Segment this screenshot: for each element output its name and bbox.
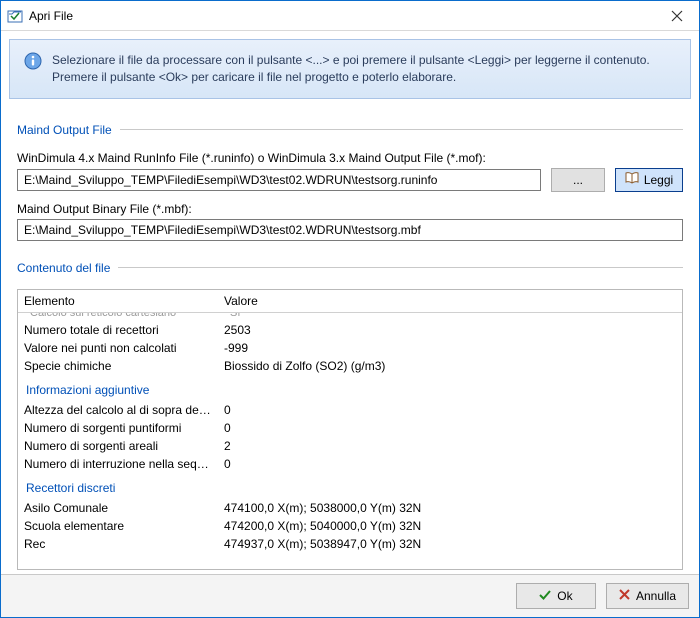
cell-value: 474200,0 X(m); 5040000,0 Y(m) 32N <box>218 517 682 535</box>
table-row: Numero di interruzione nella seque...0 <box>18 455 682 473</box>
book-icon <box>625 172 639 187</box>
cell-value: Sì <box>224 313 676 319</box>
x-icon <box>619 589 630 603</box>
table-row: Scuola elementare474200,0 X(m); 5040000,… <box>18 517 682 535</box>
cell-value: 0 <box>218 401 682 419</box>
ok-button[interactable]: Ok <box>516 583 596 609</box>
output-file-legend: Maind Output File <box>17 123 683 137</box>
info-banner: Selezionare il file da processare con il… <box>9 39 691 99</box>
table-row: Numero di sorgenti puntiformi0 <box>18 419 682 437</box>
runinfo-label: WinDimula 4.x Maind RunInfo File (*.runi… <box>17 151 683 165</box>
cell-label: Calcolo sul reticolo cartesiano <box>24 313 224 319</box>
cell-value: 0 <box>218 419 682 437</box>
cell-label: Rec <box>18 535 218 553</box>
cell-value: 474100,0 X(m); 5038000,0 Y(m) 32N <box>218 499 682 517</box>
table-row: Valore nei punti non calcolati-999 <box>18 339 682 357</box>
table-row: Numero totale di recettori2503 <box>18 321 682 339</box>
header-elemento[interactable]: Elemento <box>18 290 218 312</box>
titlebar: Apri File <box>1 1 699 31</box>
content-legend: Contenuto del file <box>17 261 683 275</box>
table-row: Altezza del calcolo al di sopra del li..… <box>18 401 682 419</box>
info-text: Selezionare il file da processare con il… <box>52 52 676 86</box>
table-row: Rec474937,0 X(m); 5038947,0 Y(m) 32N <box>18 535 682 553</box>
read-button[interactable]: Leggi <box>615 168 683 192</box>
content-grid: Elemento Valore Calcolo sul reticolo car… <box>17 289 683 570</box>
app-icon <box>7 8 23 24</box>
cell-label: Asilo Comunale <box>18 499 218 517</box>
runinfo-path-input[interactable] <box>17 169 541 191</box>
header-valore[interactable]: Valore <box>218 290 682 312</box>
close-button[interactable] <box>655 1 699 30</box>
cell-value: 2503 <box>218 321 682 339</box>
table-row: Numero di sorgenti areali2 <box>18 437 682 455</box>
legend-text: Maind Output File <box>17 123 112 137</box>
binary-label: Maind Output Binary File (*.mbf): <box>17 202 683 216</box>
cell-value: 2 <box>218 437 682 455</box>
table-row: Asilo Comunale474100,0 X(m); 5038000,0 Y… <box>18 499 682 517</box>
cell-label: Scuola elementare <box>18 517 218 535</box>
group-header: Informazioni aggiuntive <box>18 375 682 401</box>
grid-body[interactable]: Calcolo sul reticolo cartesiano Sì Numer… <box>18 313 682 569</box>
ok-label: Ok <box>557 589 572 603</box>
group-header: Recettori discreti <box>18 473 682 499</box>
cell-value: Biossido di Zolfo (SO2) (g/m3) <box>218 357 682 375</box>
legend-line <box>120 129 683 130</box>
cell-label: Numero di interruzione nella seque... <box>18 455 218 473</box>
cell-label: Numero totale di recettori <box>18 321 218 339</box>
info-icon <box>24 52 42 86</box>
legend-text: Contenuto del file <box>17 261 110 275</box>
read-button-label: Leggi <box>644 173 673 187</box>
dialog-footer: Ok Annulla <box>1 574 699 617</box>
window-title: Apri File <box>29 9 655 23</box>
dialog-window: Apri File Selezionare il file da process… <box>0 0 700 618</box>
cell-value: -999 <box>218 339 682 357</box>
legend-line <box>118 267 683 268</box>
cell-label: Valore nei punti non calcolati <box>18 339 218 357</box>
cancel-button[interactable]: Annulla <box>606 583 689 609</box>
browse-button[interactable]: ... <box>551 168 605 192</box>
table-row: Specie chimicheBiossido di Zolfo (SO2) (… <box>18 357 682 375</box>
cell-label: Altezza del calcolo al di sopra del li..… <box>18 401 218 419</box>
cell-value: 474937,0 X(m); 5038947,0 Y(m) 32N <box>218 535 682 553</box>
cell-value: 0 <box>218 455 682 473</box>
check-icon <box>539 589 551 604</box>
cell-label: Numero di sorgenti areali <box>18 437 218 455</box>
binary-path-input[interactable] <box>17 219 683 241</box>
grid-header: Elemento Valore <box>18 290 682 313</box>
cell-label: Numero di sorgenti puntiformi <box>18 419 218 437</box>
table-row: Calcolo sul reticolo cartesiano Sì <box>18 313 682 321</box>
cancel-label: Annulla <box>636 589 676 603</box>
cell-label: Specie chimiche <box>18 357 218 375</box>
